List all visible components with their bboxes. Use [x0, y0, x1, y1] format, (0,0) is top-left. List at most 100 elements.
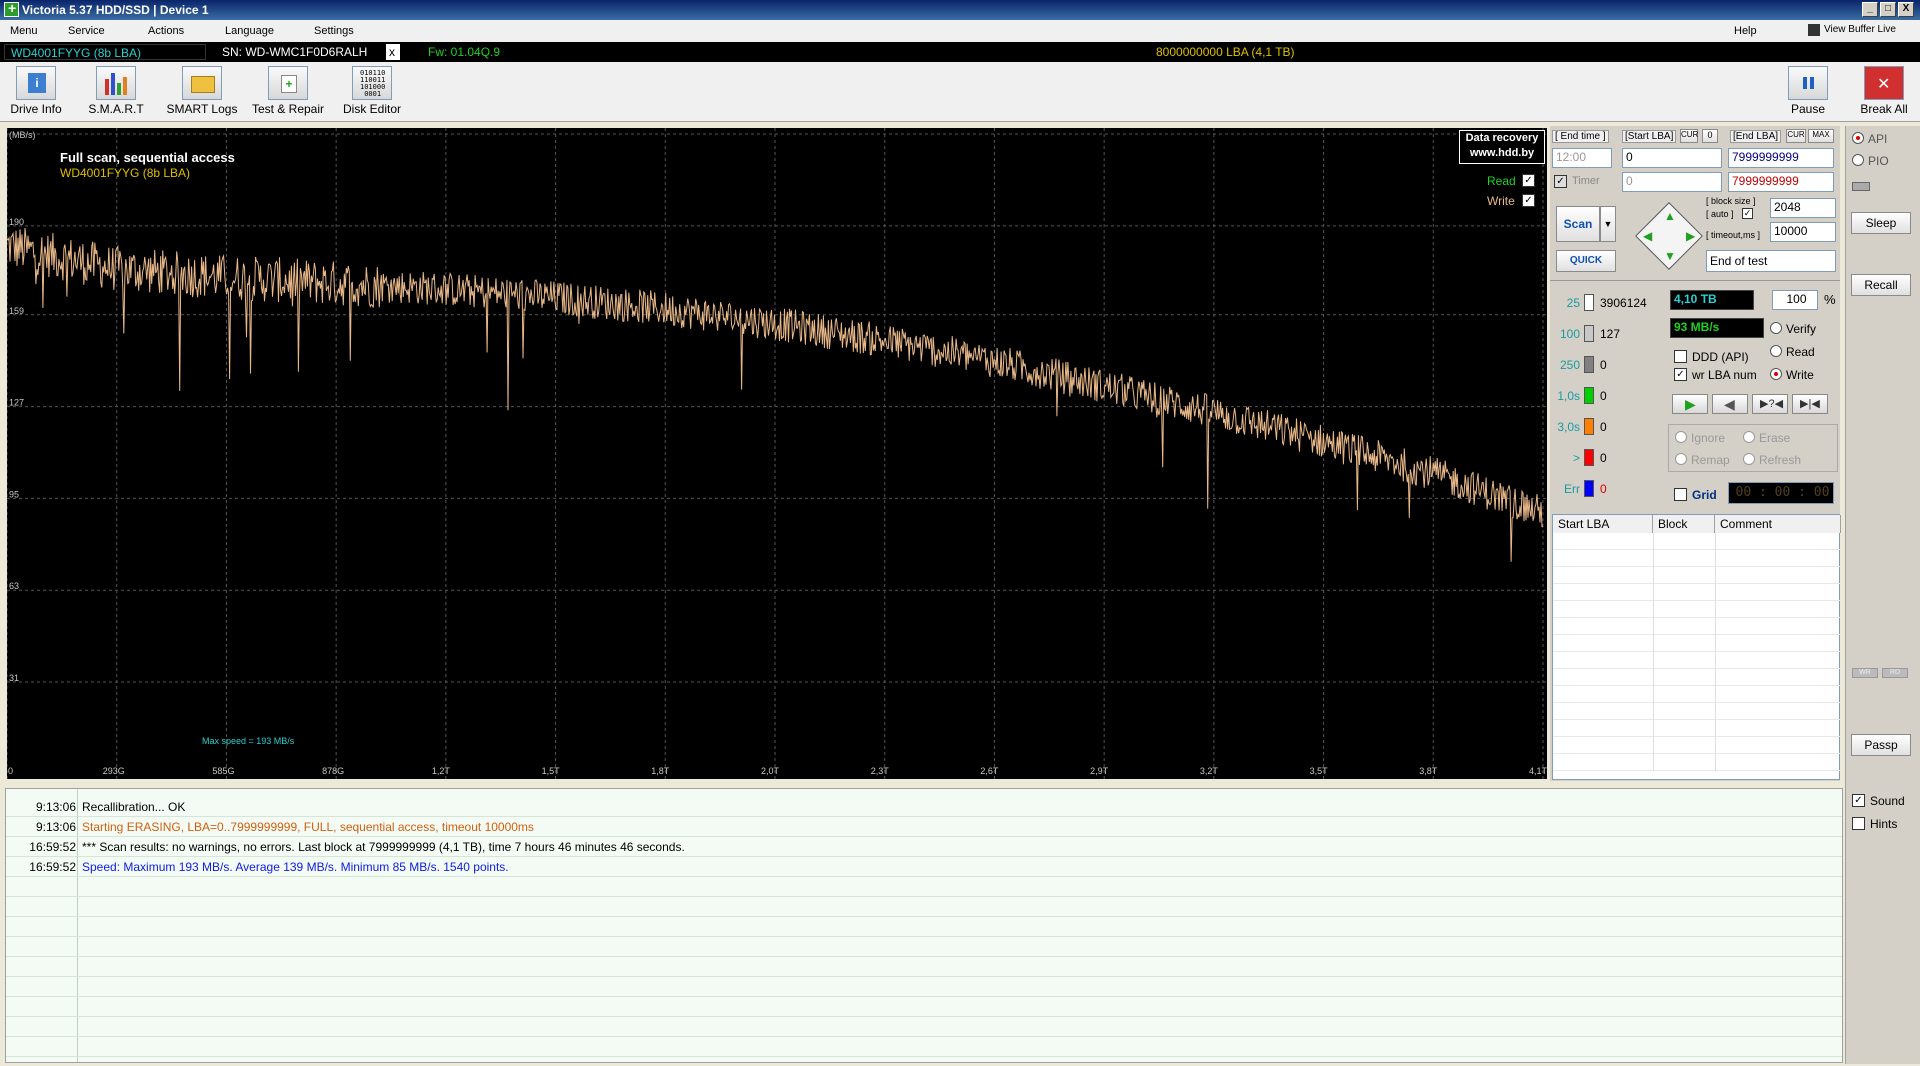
ddd-label: DDD (API) [1692, 350, 1749, 364]
direction-pad[interactable]: ▲ ▼ ◀ ▶ [1635, 202, 1704, 271]
timer-checkbox[interactable]: ✓ [1554, 175, 1567, 188]
remap-radio[interactable] [1675, 453, 1687, 465]
table-row[interactable] [1553, 703, 1841, 720]
table-row[interactable] [1553, 669, 1841, 686]
start-cur-button[interactable]: CUR [1680, 129, 1698, 143]
read-radio[interactable] [1770, 345, 1782, 357]
break-all-button[interactable]: ✕ Break All [1858, 66, 1910, 120]
smart-logs-button[interactable]: SMART Logs [166, 66, 238, 120]
minimize-button[interactable]: _ [1862, 2, 1878, 17]
auto-checkbox[interactable]: ✓ [1742, 208, 1753, 219]
start-lba-label: [Start LBA] [1622, 130, 1677, 143]
smart-button[interactable]: S.M.A.R.T [86, 66, 146, 120]
col-block[interactable]: Block [1653, 515, 1715, 533]
ignore-radio[interactable] [1675, 431, 1687, 443]
y-tick-label: 31 [9, 673, 19, 683]
app-icon [4, 0, 19, 17]
side-panel: API PIO Sleep Recall WR RD Passp ✓ Sound… [1845, 126, 1920, 1064]
end-of-test-select[interactable]: End of test [1706, 250, 1836, 272]
col-start-lba[interactable]: Start LBA [1553, 515, 1653, 533]
end-lba-input[interactable]: 7999999999 [1728, 148, 1834, 168]
control-panel: [ End time ] [Start LBA] CUR 0 [End LBA]… [1550, 126, 1841, 781]
pio-radio[interactable] [1852, 154, 1864, 166]
pause-button[interactable]: Pause [1786, 66, 1830, 120]
max-speed-label: Max speed = 193 MB/s [202, 736, 295, 746]
disk-editor-button[interactable]: 010110 110011 101000 0001 Disk Editor [340, 66, 404, 120]
table-row[interactable] [1553, 550, 1841, 567]
timer-input[interactable]: 0 [1622, 172, 1722, 192]
table-row[interactable] [1553, 618, 1841, 635]
start-zero-button[interactable]: 0 [1702, 129, 1718, 143]
table-row[interactable] [1553, 584, 1841, 601]
log-message: *** Scan results: no warnings, no errors… [82, 840, 685, 854]
scan-button[interactable]: Scan [1556, 206, 1600, 242]
action-group: Ignore Erase Remap Refresh [1668, 424, 1838, 472]
end-button[interactable]: ▶|◀ [1792, 394, 1828, 414]
table-row[interactable] [1553, 635, 1841, 652]
end-cur-button[interactable]: CUR [1786, 129, 1806, 143]
end-lba-input-2[interactable]: 7999999999 [1728, 172, 1834, 192]
table-row[interactable] [1553, 533, 1841, 550]
log-time: 16:59:52 [29, 840, 76, 854]
graph-subtitle: WD4001FYYG (8b LBA) [60, 166, 191, 180]
verify-radio[interactable] [1770, 322, 1782, 334]
start-lba-input[interactable]: 0 [1622, 148, 1722, 168]
log-time: 9:13:06 [35, 820, 76, 834]
api-radio[interactable] [1852, 132, 1864, 144]
end-time-label: [ End time ] [1552, 130, 1609, 143]
refresh-radio[interactable] [1743, 453, 1755, 465]
y-tick-label: 159 [9, 306, 24, 316]
sleep-button[interactable]: Sleep [1851, 212, 1911, 234]
log-row: 16:59:52 *** Scan results: no warnings, n… [6, 837, 1842, 857]
log-message: Starting ERASING, LBA=0..7999999999, FUL… [82, 820, 534, 834]
grid-checkbox[interactable] [1674, 488, 1687, 501]
end-max-button[interactable]: MAX [1808, 129, 1834, 143]
sound-checkbox[interactable]: ✓ [1852, 794, 1865, 807]
play-button[interactable]: ▶ [1672, 394, 1708, 414]
close-button[interactable]: X [1898, 2, 1914, 17]
defect-table: Start LBA Block Comment [1552, 514, 1841, 780]
col-comment[interactable]: Comment [1715, 515, 1841, 533]
erase-radio[interactable] [1743, 431, 1755, 443]
maximize-button[interactable]: □ [1880, 2, 1896, 17]
quick-button[interactable]: QUICK [1556, 250, 1616, 272]
hints-checkbox[interactable] [1852, 817, 1865, 830]
view-buffer-live[interactable]: View Buffer Live [1824, 24, 1896, 35]
menu-help[interactable]: Help [1734, 25, 1757, 37]
write-radio[interactable] [1770, 368, 1782, 380]
table-row[interactable] [1553, 720, 1841, 737]
recall-button[interactable]: Recall [1851, 274, 1911, 296]
window-title: Victoria 5.37 HDD/SSD | Device 1 [22, 3, 209, 17]
indicator-label: 100 [1559, 327, 1580, 341]
ddd-checkbox[interactable] [1674, 350, 1687, 363]
back-button[interactable]: ◀ [1712, 394, 1748, 414]
test-repair-button[interactable]: + Test & Repair [250, 66, 326, 120]
menu-settings[interactable]: Settings [314, 25, 354, 37]
menu-menu[interactable]: Menu [10, 25, 38, 37]
passp-button[interactable]: Passp [1851, 734, 1911, 756]
ignore-label: Ignore [1691, 431, 1726, 445]
table-row[interactable] [1553, 601, 1841, 618]
wr-lba-checkbox[interactable]: ✓ [1674, 368, 1687, 381]
table-row[interactable] [1553, 686, 1841, 703]
menu-language[interactable]: Language [225, 25, 274, 37]
log-panel[interactable]: 9:13:06 Recallibration... OK 9:13:06 Starti… [5, 788, 1843, 1063]
indicator-swatch [1584, 449, 1594, 466]
timeout-select[interactable]: 10000 [1770, 222, 1836, 242]
device-model[interactable]: WD4001FYYG (8b LBA) [4, 44, 206, 60]
write-checkbox[interactable]: ✓ [1522, 194, 1535, 207]
table-row[interactable] [1553, 652, 1841, 669]
menu-service[interactable]: Service [68, 25, 105, 37]
jump-button[interactable]: ▶?◀ [1752, 394, 1788, 414]
menu-actions[interactable]: Actions [148, 25, 184, 37]
read-checkbox[interactable]: ✓ [1522, 174, 1535, 187]
log-row [6, 957, 1842, 977]
scan-dropdown-button[interactable]: ▼ [1600, 206, 1616, 242]
table-row[interactable] [1553, 754, 1841, 771]
table-row[interactable] [1553, 737, 1841, 754]
table-row[interactable] [1553, 567, 1841, 584]
block-size-select[interactable]: 2048 [1770, 198, 1836, 218]
drive-info-button[interactable]: i Drive Info [6, 66, 66, 120]
end-time-input[interactable]: 12:00 [1552, 148, 1612, 168]
device-close-button[interactable]: x [386, 44, 400, 60]
